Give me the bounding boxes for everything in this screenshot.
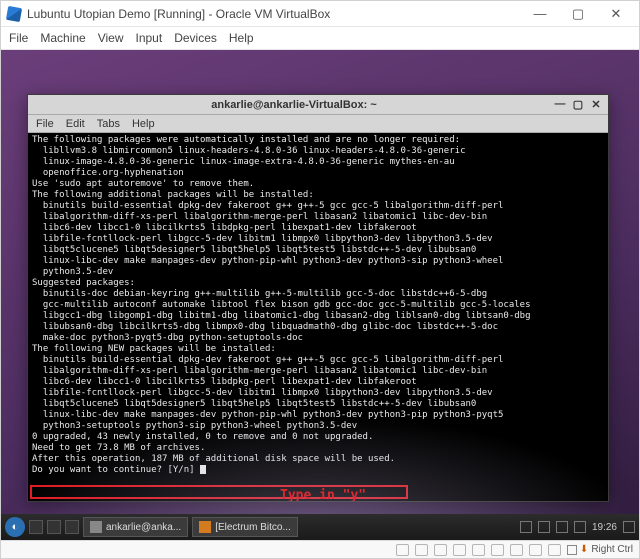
clock[interactable]: 19:26 (592, 522, 617, 533)
tray-network-icon[interactable] (538, 521, 550, 533)
terminal-menu-edit[interactable]: Edit (66, 118, 85, 130)
vb-indicator-usb-icon[interactable] (472, 544, 485, 556)
vb-menu-file[interactable]: File (9, 31, 28, 45)
vb-indicator-audio-icon[interactable] (434, 544, 447, 556)
terminal-line: python3-setuptools python3-sip python3-w… (32, 421, 604, 432)
guest-desktop[interactable]: ankarlie@ankarlie-VirtualBox: ~ — ▢ ✕ Fi… (1, 50, 639, 540)
terminal-line: The following packages were automaticall… (32, 135, 604, 146)
quicklaunch-icon[interactable] (47, 520, 61, 534)
terminal-line: make-doc python3-pyqt5-dbg python-setupt… (32, 333, 604, 344)
terminal-maximize-button[interactable]: ▢ (572, 98, 584, 111)
terminal-line: linux-libc-dev make manpages-dev python-… (32, 410, 604, 421)
vb-indicator-optical-icon[interactable] (415, 544, 428, 556)
vb-indicator-shared-icon[interactable] (491, 544, 504, 556)
terminal-line: libfile-fcntllock-perl libgcc-5-dev libi… (32, 234, 604, 245)
taskbar-item-electrum[interactable]: [Electrum Bitco... (192, 517, 298, 537)
taskbar-item-label: ankarlie@anka... (106, 522, 181, 533)
terminal-line: libalgorithm-diff-xs-perl libalgorithm-m… (32, 366, 604, 377)
terminal-line: libc6-dev libcc1-0 libcilkrts5 libdpkg-p… (32, 223, 604, 234)
vb-indicator-display-icon[interactable] (510, 544, 523, 556)
vb-menu-devices[interactable]: Devices (174, 31, 217, 45)
hostkey-icon (567, 545, 577, 555)
window-minimize-button[interactable]: — (521, 3, 559, 25)
terminal-line: Use 'sudo apt autoremove' to remove them… (32, 179, 604, 190)
electrum-icon (199, 521, 211, 533)
terminal-line: linux-libc-dev make manpages-dev python-… (32, 256, 604, 267)
terminal-close-button[interactable]: ✕ (590, 98, 602, 111)
system-tray: 19:26 (520, 521, 635, 533)
terminal-cursor (200, 465, 206, 474)
terminal-line: linux-image-4.8.0-36-generic linux-image… (32, 157, 604, 168)
terminal-line: libc6-dev libcc1-0 libcilkrts5 libdpkg-p… (32, 377, 604, 388)
terminal-line: gcc-multilib autoconf automake libtool f… (32, 300, 604, 311)
terminal-menu-tabs[interactable]: Tabs (97, 118, 120, 130)
vb-hostkey-label: Right Ctrl (591, 544, 633, 555)
terminal-line: Need to get 73.8 MB of archives. (32, 443, 604, 454)
terminal-line: libqt5clucene5 libqt5designer5 libqt5hel… (32, 245, 604, 256)
tray-icon[interactable] (520, 521, 532, 533)
terminal-line: The following NEW packages will be insta… (32, 344, 604, 355)
terminal-line: libllvm3.8 libmircommon5 linux-headers-4… (32, 146, 604, 157)
tray-battery-icon[interactable] (574, 521, 586, 533)
window-maximize-button[interactable]: ▢ (559, 3, 597, 25)
terminal-window: ankarlie@ankarlie-VirtualBox: ~ — ▢ ✕ Fi… (27, 94, 609, 502)
virtualbox-statusbar: ⬇Right Ctrl (1, 540, 639, 558)
start-menu-button[interactable]: ◐ (5, 517, 25, 537)
terminal-line: libqt5clucene5 libqt5designer5 libqt5hel… (32, 399, 604, 410)
terminal-line: libubsan0-dbg libcilkrts5-dbg libmpx0-db… (32, 322, 604, 333)
quicklaunch-icon-2[interactable] (65, 520, 79, 534)
terminal-line: 0 upgraded, 43 newly installed, 0 to rem… (32, 432, 604, 443)
vb-menu-view[interactable]: View (98, 31, 124, 45)
vb-menu-input[interactable]: Input (136, 31, 163, 45)
terminal-menubar: File Edit Tabs Help (28, 115, 608, 133)
terminal-line: Suggested packages: (32, 278, 604, 289)
taskbar-item-terminal[interactable]: ankarlie@anka... (83, 517, 188, 537)
terminal-line: After this operation, 187 MB of addition… (32, 454, 604, 465)
tray-volume-icon[interactable] (556, 521, 568, 533)
vb-indicator-recording-icon[interactable] (529, 544, 542, 556)
virtualbox-titlebar: Lubuntu Utopian Demo [Running] - Oracle … (1, 1, 639, 27)
vb-indicator-network-icon[interactable] (453, 544, 466, 556)
virtualbox-title-text: Lubuntu Utopian Demo [Running] - Oracle … (27, 7, 521, 21)
terminal-line: Do you want to continue? [Y/n] (32, 465, 604, 476)
vb-hostkey: ⬇Right Ctrl (567, 544, 633, 555)
vb-menu-machine[interactable]: Machine (40, 31, 85, 45)
virtualbox-menubar: File Machine View Input Devices Help (1, 27, 639, 50)
terminal-line: binutils build-essential dpkg-dev fakero… (32, 355, 604, 366)
terminal-minimize-button[interactable]: — (554, 98, 566, 111)
terminal-line: libfile-fcntllock-perl libgcc-5-dev libi… (32, 388, 604, 399)
terminal-line: binutils-doc debian-keyring g++-multilib… (32, 289, 604, 300)
taskbar-item-label: [Electrum Bitco... (215, 522, 291, 533)
guest-taskbar: ◐ ankarlie@anka... [Electrum Bitco... 19… (1, 514, 639, 540)
terminal-titlebar[interactable]: ankarlie@ankarlie-VirtualBox: ~ — ▢ ✕ (28, 95, 608, 115)
terminal-line: python3.5-dev (32, 267, 604, 278)
virtualbox-icon (6, 5, 22, 21)
virtualbox-window: Lubuntu Utopian Demo [Running] - Oracle … (0, 0, 640, 559)
tray-session-icon[interactable] (623, 521, 635, 533)
terminal-line: openoffice.org-hyphenation (32, 168, 604, 179)
terminal-line: libgcc1-dbg libgomp1-dbg libitm1-dbg lib… (32, 311, 604, 322)
terminal-title-text: ankarlie@ankarlie-VirtualBox: ~ (34, 99, 554, 111)
window-close-button[interactable]: ✕ (597, 3, 635, 25)
terminal-body[interactable]: The following packages were automaticall… (28, 133, 608, 501)
terminal-line: libalgorithm-diff-xs-perl libalgorithm-m… (32, 212, 604, 223)
annotation-text: Type in "y" (280, 490, 366, 501)
terminal-menu-file[interactable]: File (36, 118, 54, 130)
terminal-menu-help[interactable]: Help (132, 118, 155, 130)
annotation-box (30, 485, 408, 499)
vb-indicator-hdd-icon[interactable] (396, 544, 409, 556)
vb-menu-help[interactable]: Help (229, 31, 254, 45)
terminal-icon (90, 521, 102, 533)
terminal-line: binutils build-essential dpkg-dev fakero… (32, 201, 604, 212)
terminal-line: The following additional packages will b… (32, 190, 604, 201)
files-icon[interactable] (29, 520, 43, 534)
vb-indicator-cpu-icon[interactable] (548, 544, 561, 556)
